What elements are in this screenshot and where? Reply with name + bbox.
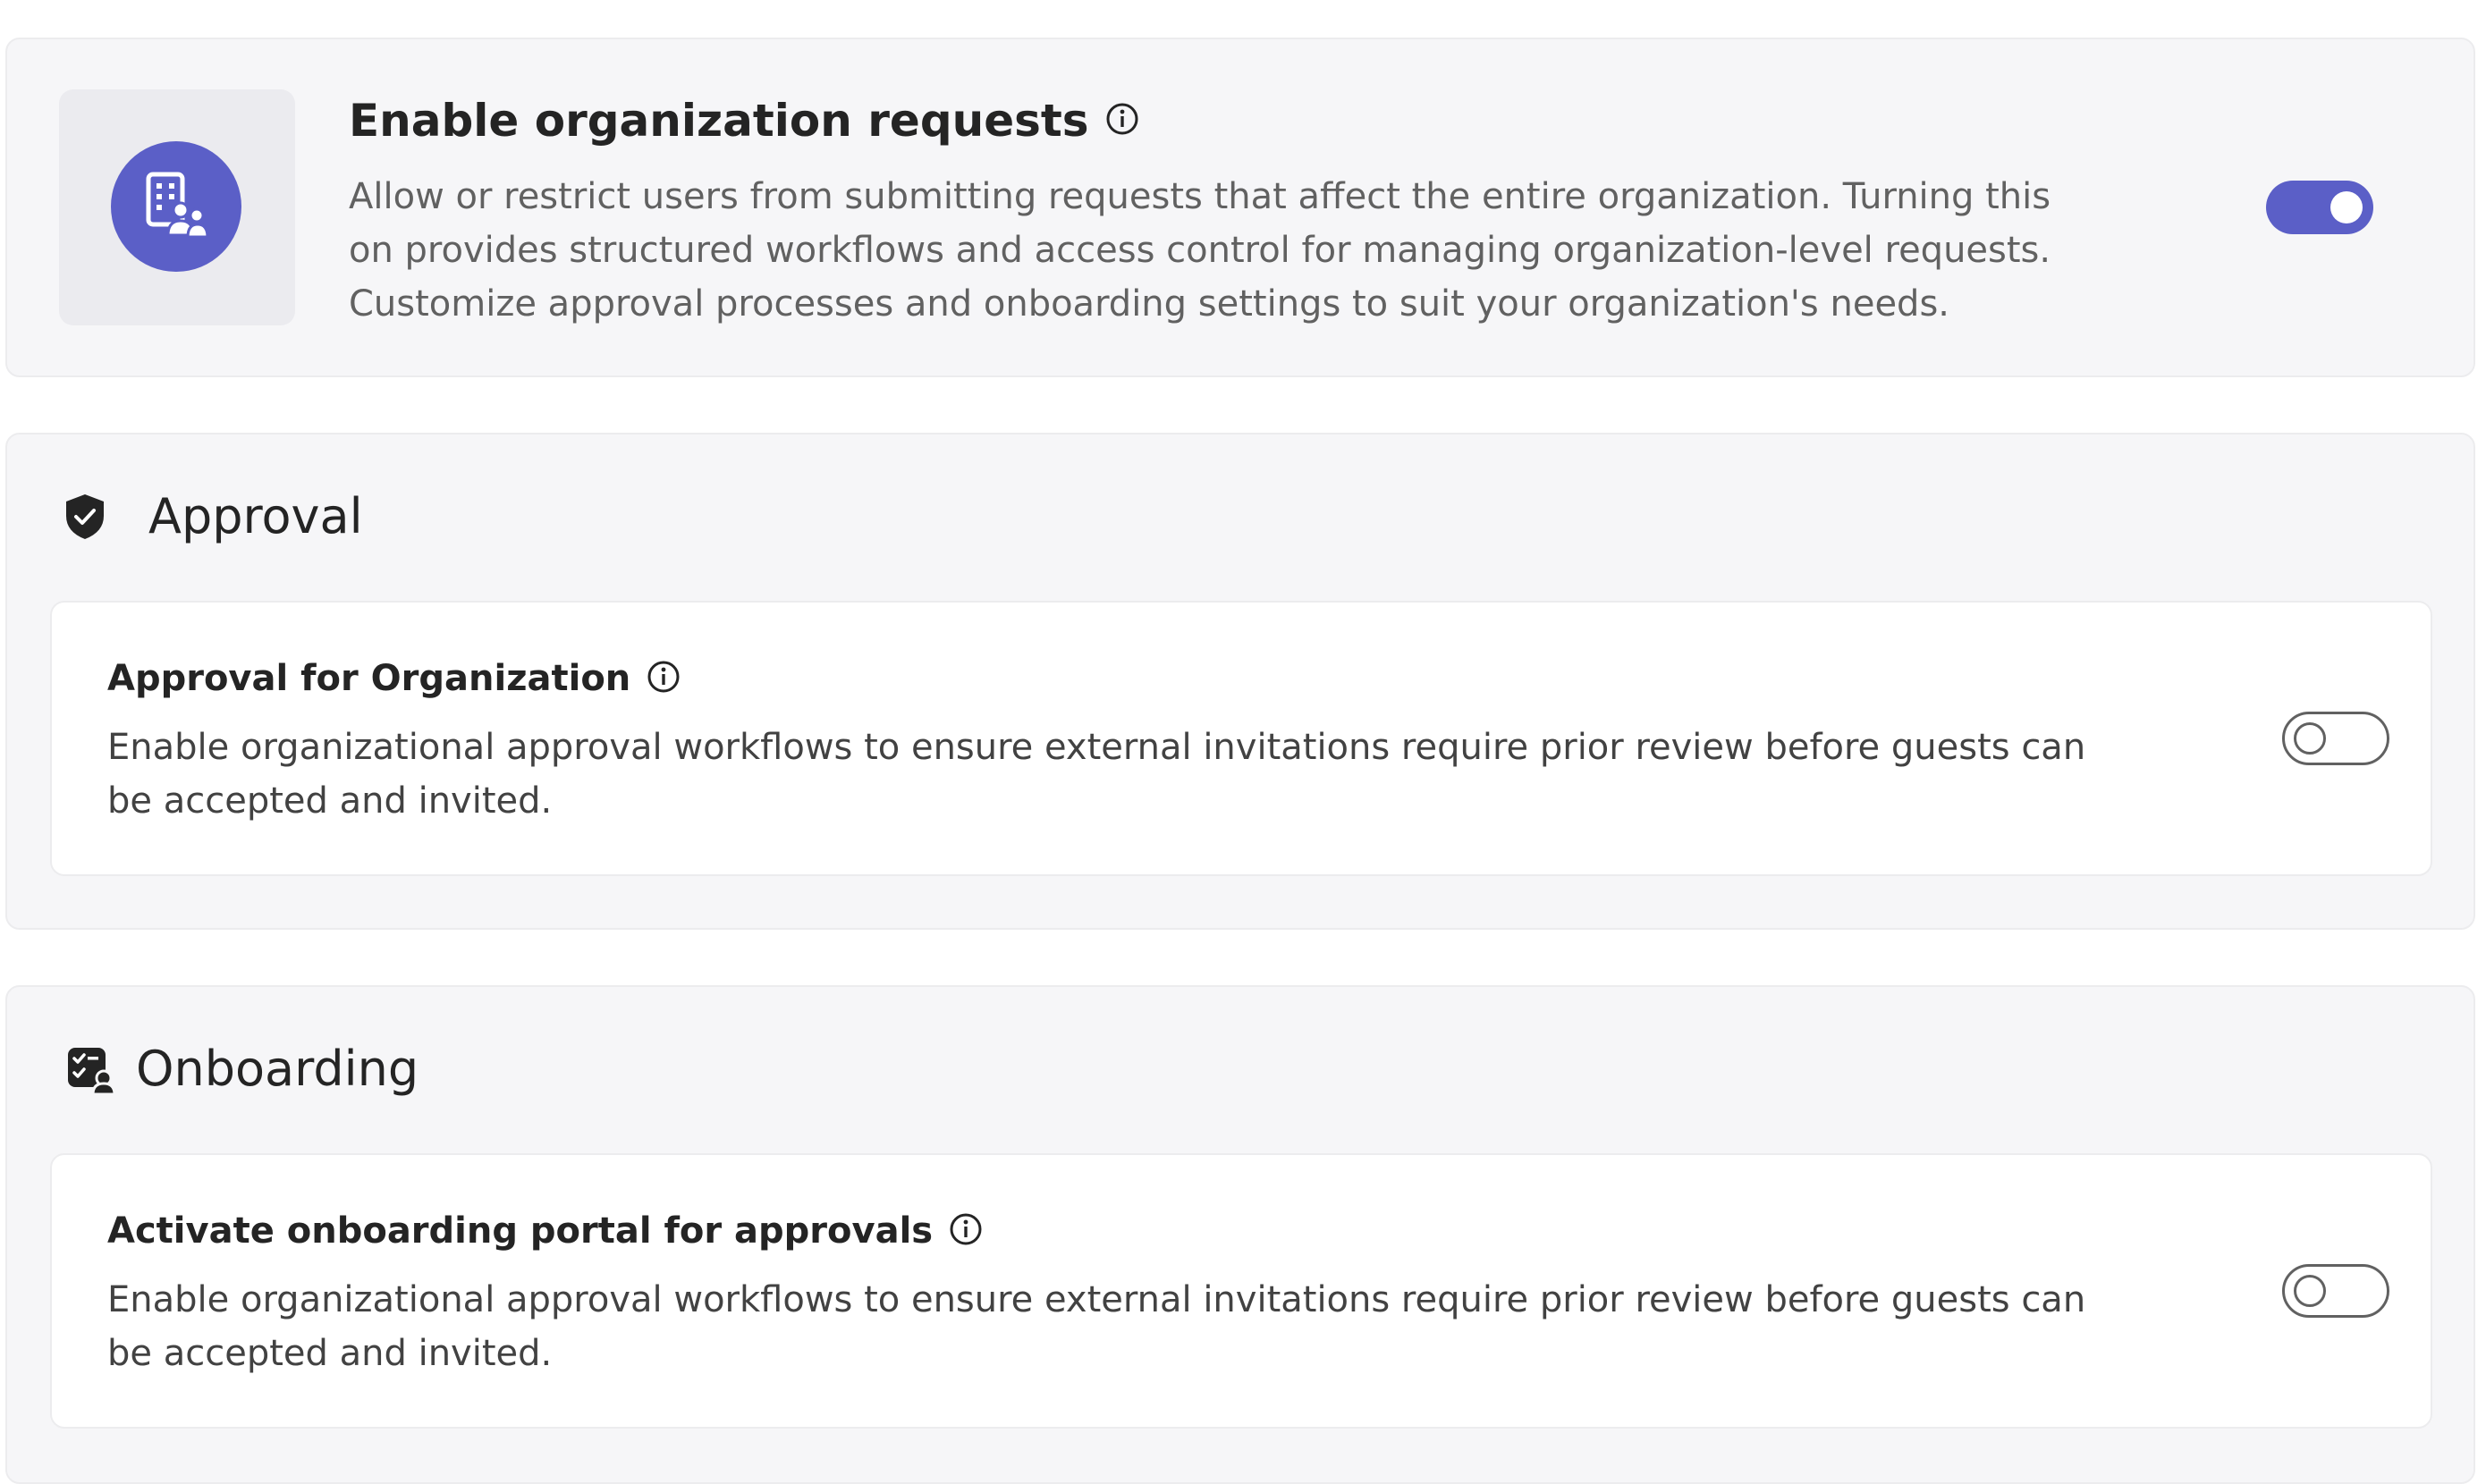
onboarding-setting-title-row: Activate onboarding portal for approvals <box>107 1210 983 1252</box>
approval-toggle[interactable] <box>2282 712 2389 765</box>
toggle-knob <box>2330 191 2363 223</box>
toggle-knob <box>2294 722 2326 755</box>
organization-people-icon <box>111 141 241 272</box>
org-requests-title: Enable organization requests <box>349 95 1089 147</box>
toggle-knob <box>2294 1275 2326 1307</box>
onboarding-setting-card: Activate onboarding portal for approvals… <box>50 1153 2432 1429</box>
org-requests-card: Enable organization requests Allow or re… <box>5 38 2475 377</box>
org-requests-description: Allow or restrict users from submitting … <box>349 176 2051 325</box>
org-requests-icon-tile <box>59 89 295 325</box>
approval-setting-card: Approval for Organization Enable organiz… <box>50 601 2432 876</box>
onboarding-setting-title: Activate onboarding portal for approvals <box>107 1210 934 1252</box>
org-requests-title-row: Enable organization requests <box>349 95 1139 147</box>
info-icon[interactable] <box>647 660 681 697</box>
info-icon[interactable] <box>1105 102 1139 139</box>
onboarding-section-title: Onboarding <box>136 1041 419 1097</box>
org-requests-toggle[interactable] <box>2266 181 2373 234</box>
checklist-person-icon <box>64 1044 116 1095</box>
onboarding-section: Onboarding Activate onboarding portal fo… <box>5 985 2475 1484</box>
approval-setting-title: Approval for Organization <box>107 658 631 699</box>
onboarding-section-header: Onboarding <box>64 1041 419 1097</box>
approval-section-title: Approval <box>148 488 363 544</box>
info-icon[interactable] <box>949 1212 983 1250</box>
onboarding-toggle[interactable] <box>2282 1264 2389 1318</box>
approval-section-header: Approval <box>64 488 363 544</box>
onboarding-setting-description: Enable organizational approval workflows… <box>107 1279 2086 1374</box>
approval-setting-description: Enable organizational approval workflows… <box>107 727 2086 822</box>
approval-setting-title-row: Approval for Organization <box>107 658 681 699</box>
approval-section: Approval Approval for Organization Enabl… <box>5 433 2475 930</box>
shield-check-icon <box>64 493 106 541</box>
